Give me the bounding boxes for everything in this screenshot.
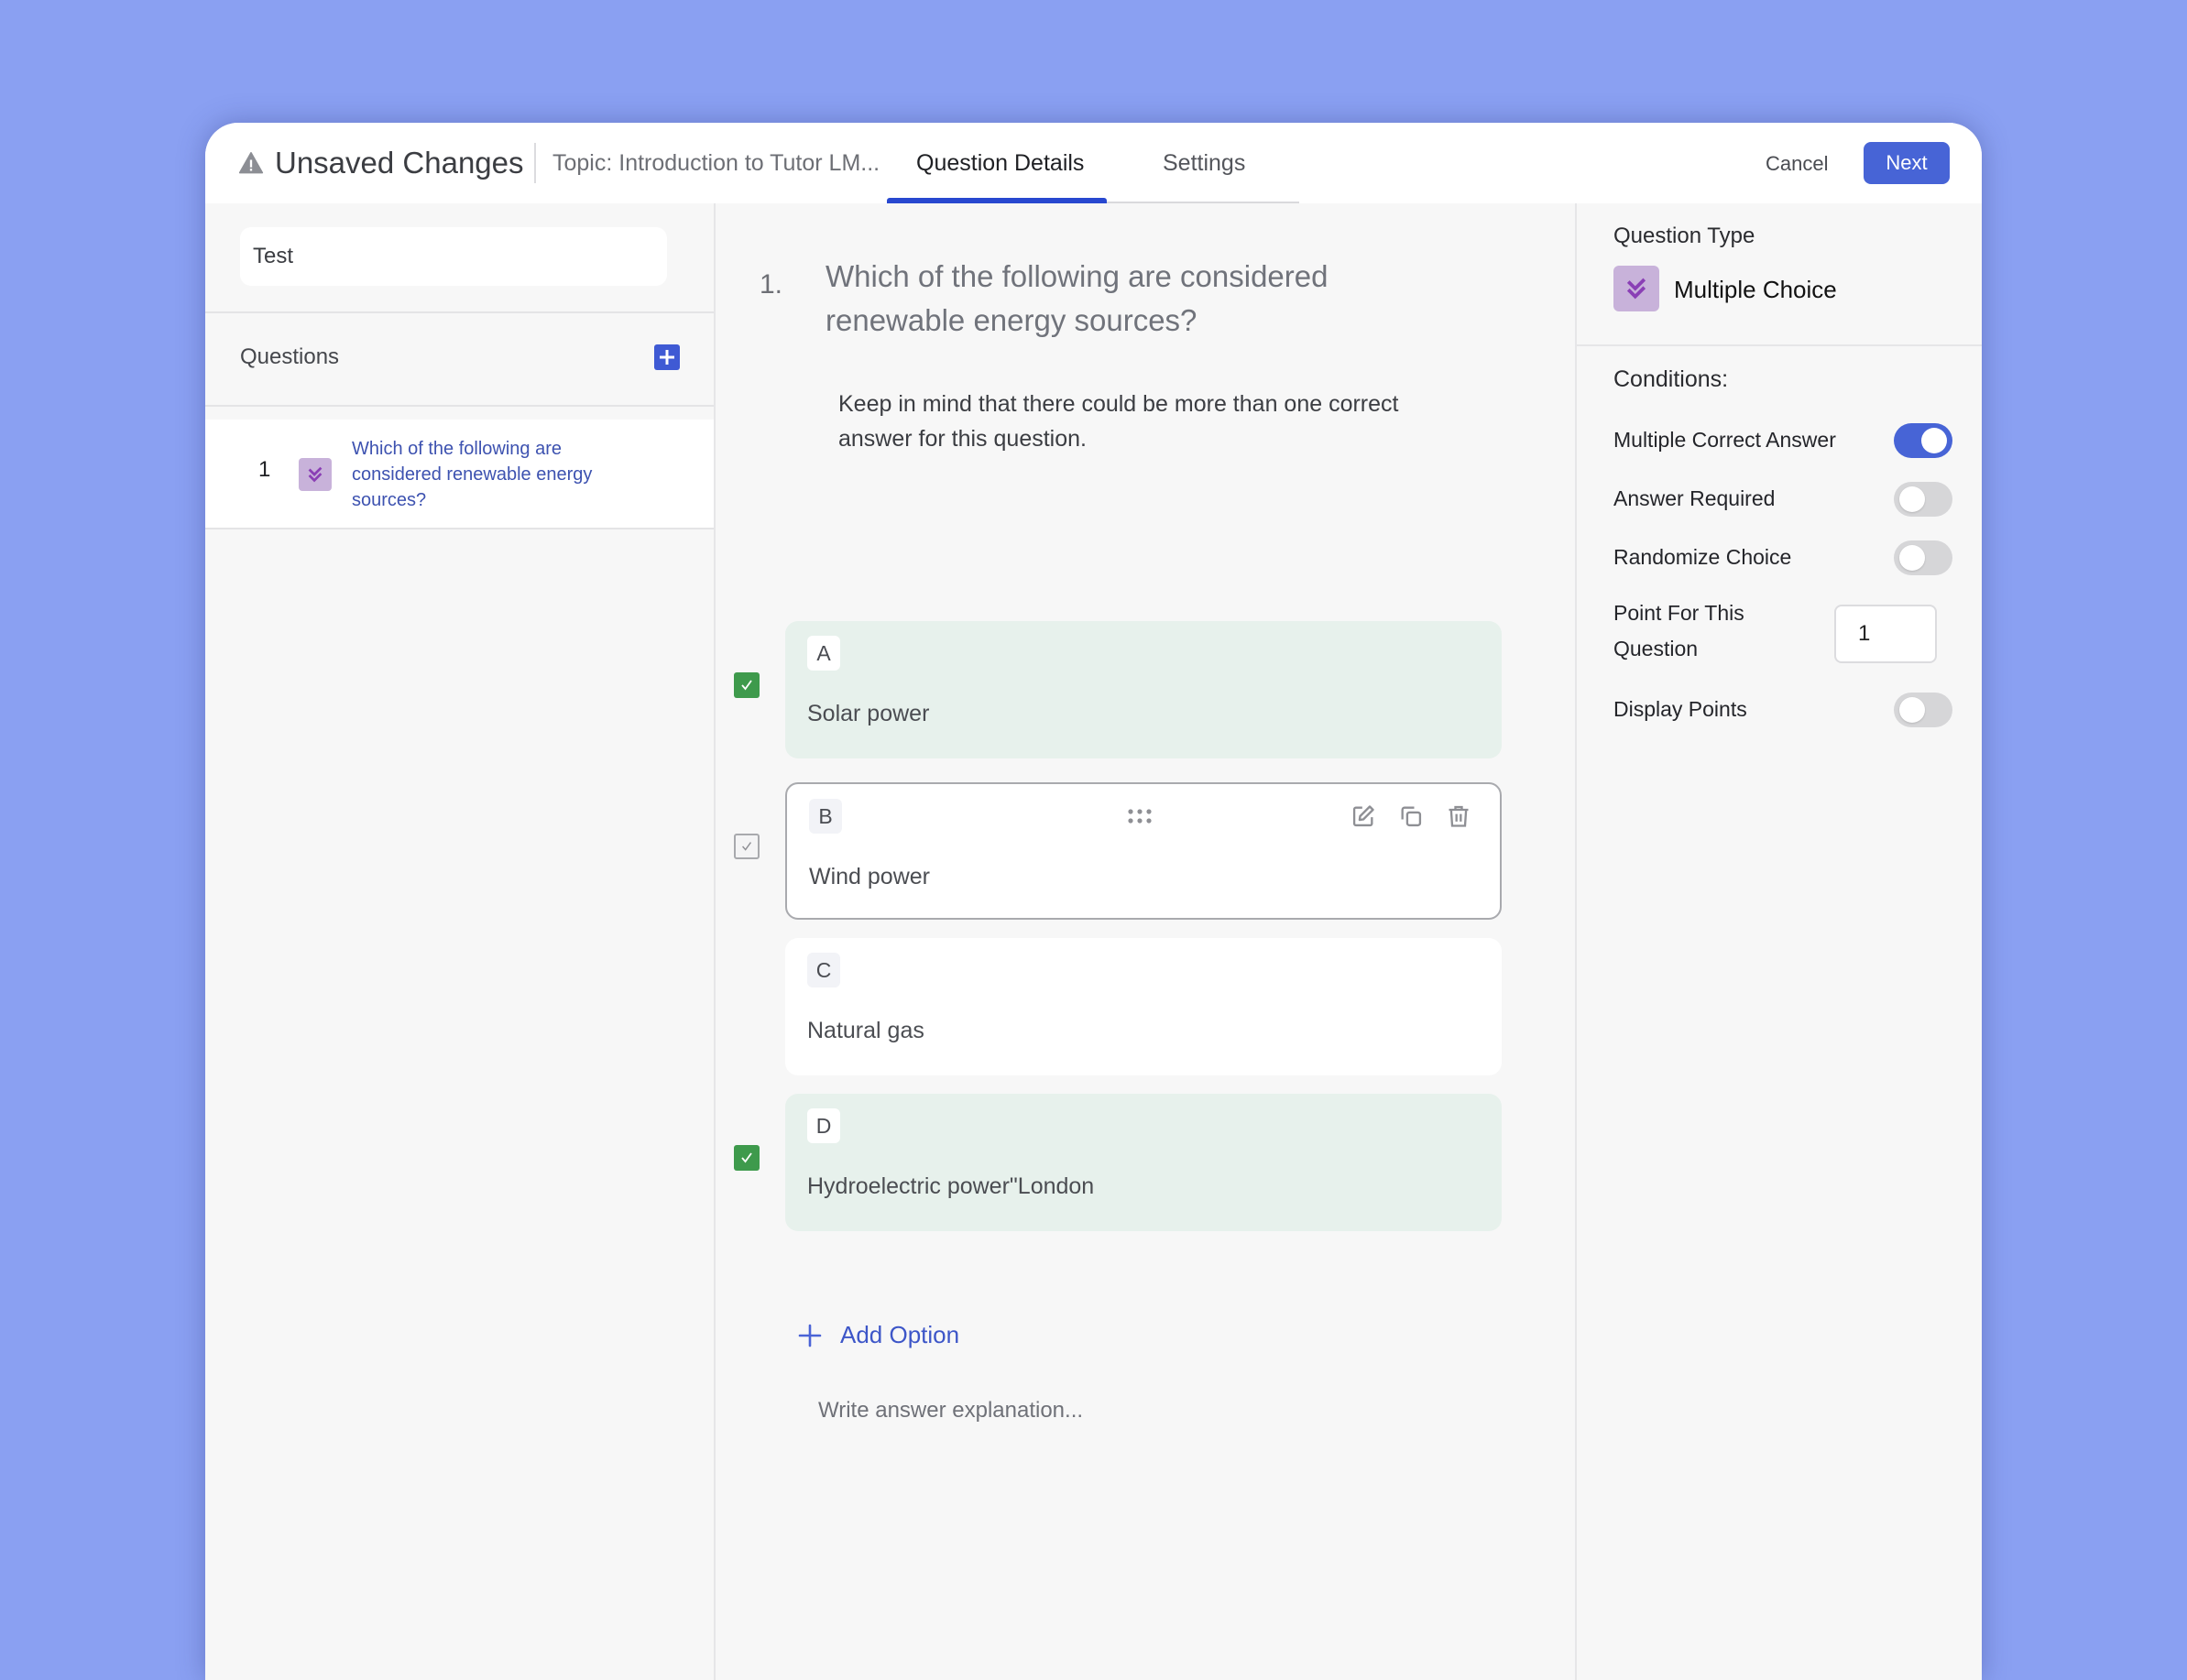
question-type-badge[interactable]: [1613, 266, 1659, 311]
option-c[interactable]: C Natural gas: [785, 938, 1502, 1075]
topic-breadcrumb[interactable]: Topic: Introduction to Tutor LM...: [552, 147, 891, 180]
question-number: 1.: [760, 269, 783, 300]
option-toolbar: [1350, 802, 1472, 830]
answer-required-toggle[interactable]: [1894, 482, 1952, 517]
divider: [205, 311, 714, 313]
check-icon: [741, 680, 752, 691]
tab-question-details[interactable]: Question Details: [916, 147, 1084, 180]
toggle-knob: [1921, 428, 1947, 453]
add-option-button[interactable]: Add Option: [798, 1321, 959, 1349]
option-a-correct-checkbox[interactable]: [734, 672, 760, 698]
question-settings-panel: Question Type Multiple Choice Conditions…: [1575, 203, 1982, 1680]
header-bar: Unsaved Changes Topic: Introduction to T…: [205, 123, 1982, 205]
condition-display-points: Display Points: [1613, 691, 1952, 727]
multiple-correct-answer-toggle[interactable]: [1894, 423, 1952, 458]
randomize-choice-toggle[interactable]: [1894, 540, 1952, 575]
unsaved-status: Unsaved Changes: [238, 143, 524, 183]
option-letter: D: [807, 1108, 840, 1143]
option-letter: C: [807, 953, 840, 987]
option-d-correct-checkbox[interactable]: [734, 1145, 760, 1171]
question-editor-window: Unsaved Changes Topic: Introduction to T…: [205, 123, 1982, 1680]
edit-option-button[interactable]: [1350, 802, 1377, 830]
condition-label: Answer Required: [1613, 486, 1776, 510]
toggle-knob: [1899, 486, 1925, 512]
unsaved-status-label: Unsaved Changes: [275, 146, 524, 180]
question-list-number: 1: [258, 457, 271, 482]
question-list-item[interactable]: 1 Which of the following are considered …: [205, 420, 714, 529]
double-check-icon: [1626, 278, 1646, 300]
condition-label: Display Points: [1613, 697, 1747, 721]
option-text[interactable]: Natural gas: [807, 1015, 924, 1046]
questions-sidebar: Questions 1 Which of the following are c…: [205, 203, 716, 1680]
quiz-name-input[interactable]: [240, 227, 667, 286]
display-points-toggle[interactable]: [1894, 693, 1952, 727]
add-question-button[interactable]: [654, 344, 680, 370]
option-b-correct-checkbox[interactable]: [734, 834, 760, 859]
condition-multiple-correct-answer: Multiple Correct Answer: [1613, 421, 1952, 458]
tab-settings[interactable]: Settings: [1163, 147, 1245, 180]
option-text[interactable]: Wind power: [809, 861, 930, 892]
duplicate-option-button[interactable]: [1397, 802, 1425, 830]
condition-randomize-choice: Randomize Choice: [1613, 539, 1952, 575]
divider: [205, 405, 714, 407]
check-icon: [741, 1152, 752, 1163]
points-input[interactable]: [1834, 605, 1937, 663]
option-d[interactable]: D Hydroelectric power"London: [785, 1094, 1502, 1231]
check-icon: [742, 842, 752, 851]
question-list-text: Which of the following are considered re…: [352, 439, 593, 510]
question-type-value[interactable]: Multiple Choice: [1674, 273, 1837, 306]
question-hint[interactable]: Keep in mind that there could be more th…: [838, 387, 1461, 456]
double-check-icon: [308, 466, 323, 483]
questions-heading: Questions: [240, 344, 340, 369]
copy-icon: [1401, 806, 1422, 827]
answer-explanation-input[interactable]: [807, 1392, 1471, 1429]
question-title[interactable]: Which of the following are considered re…: [826, 255, 1375, 343]
option-letter: B: [809, 799, 842, 834]
multiple-choice-type-badge: [299, 458, 332, 491]
question-type-label: Question Type: [1613, 224, 1755, 248]
points-label: Point For This Question: [1613, 601, 1744, 660]
condition-label: Randomize Choice: [1613, 545, 1792, 569]
add-option-label: Add Option: [840, 1321, 960, 1348]
trash-icon: [1449, 805, 1469, 827]
option-a[interactable]: A Solar power: [785, 621, 1502, 758]
next-button[interactable]: Next: [1864, 142, 1950, 184]
option-text[interactable]: Solar power: [807, 698, 929, 729]
conditions-heading: Conditions:: [1613, 366, 1729, 392]
condition-label: Multiple Correct Answer: [1613, 428, 1836, 452]
delete-option-button[interactable]: [1445, 802, 1472, 830]
toggle-knob: [1899, 697, 1925, 723]
plus-icon: [660, 350, 674, 365]
drag-handle-icon[interactable]: [1126, 808, 1154, 824]
option-letter: A: [807, 636, 840, 671]
edit-icon: [1352, 805, 1374, 827]
toggle-knob: [1899, 545, 1925, 571]
plus-icon: [798, 1324, 822, 1347]
condition-answer-required: Answer Required: [1613, 480, 1952, 517]
header-divider: [534, 143, 536, 183]
divider: [1577, 344, 1982, 346]
option-b[interactable]: B Wind power: [785, 782, 1502, 920]
question-editor: 1. Which of the following are considered…: [716, 203, 1575, 1680]
warning-icon: [238, 152, 264, 174]
cancel-button[interactable]: Cancel: [1755, 143, 1839, 185]
option-text[interactable]: Hydroelectric power"London: [807, 1171, 1094, 1202]
